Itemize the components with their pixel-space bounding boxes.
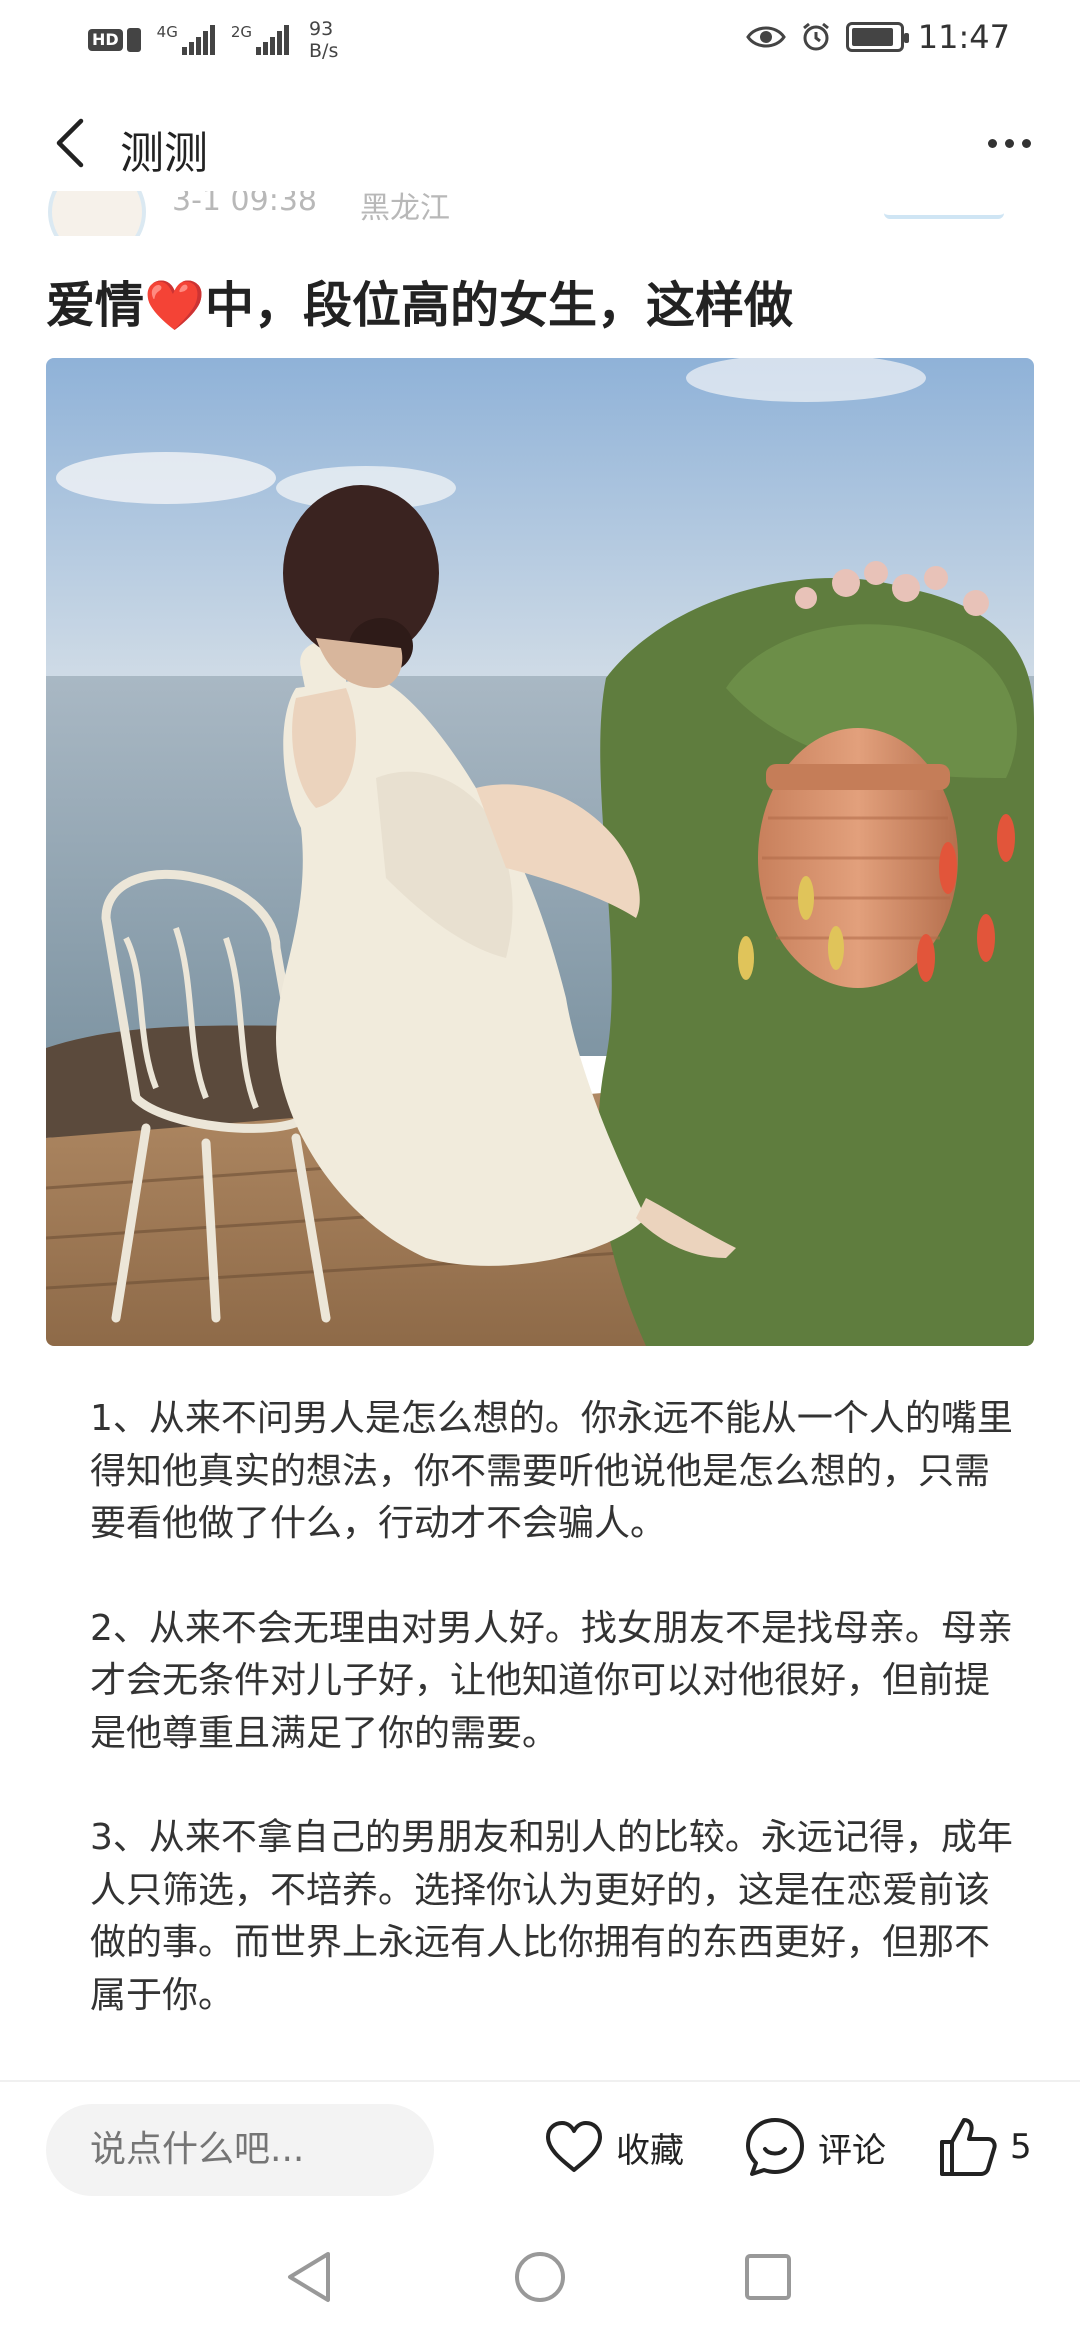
eye-comfort-icon [745,26,786,48]
triangle-back-icon [288,2252,330,2302]
photo-illustration [46,358,1034,1346]
page-title: 测测 [120,128,208,179]
network-speed-unit: B/s [309,40,339,62]
comment-button[interactable]: 评论 [744,2112,886,2182]
like-button[interactable]: 5 [938,2112,1032,2182]
post-title-part-2: 中，段位高的女生，这样做 [205,277,794,334]
post-paragraph-1: 1、从来不问男人是怎么想的。你永远不能从一个人的嘴里得知他真实的想法，你不需要听… [90,1398,1013,1544]
post-body: 1、从来不问男人是怎么想的。你永远不能从一个人的嘴里得知他真实的想法，你不需要听… [90,1393,1020,2074]
alarm-icon [802,22,829,51]
follow-button[interactable] [884,191,1004,219]
system-nav-bar [0,2214,1080,2340]
post-time: 3-1 09:38 [172,191,317,218]
square-recents-icon [745,2254,791,2300]
post-title: 爱情❤️中，段位高的女生，这样做 [46,266,793,337]
cellular-signal-icon: 4G [157,25,215,55]
more-dot-icon [1021,138,1031,148]
nav-recents-button[interactable] [733,2242,803,2312]
comment-label: 评论 [818,2130,886,2171]
status-bar: HD 4G 2G 93 B/s 11:47 [0,0,1080,80]
nav-home-button[interactable] [505,2242,575,2312]
author-meta-row: 3-1 09:38 黑龙江 [0,191,1080,236]
signal-2-type-label: 2G [230,23,253,41]
thumbs-up-icon [940,2118,997,2176]
like-count: 5 [1010,2127,1032,2167]
comment-bubble-icon [746,2118,804,2176]
post-paragraph-2: 2、从来不会无理由对男人好。找女朋友不是找母亲。母亲才会无条件对儿子好，让他知道… [90,1607,1013,1754]
heart-outline-icon [546,2121,602,2172]
nav-back-button[interactable] [274,2242,344,2312]
post-paragraph-3: 3、从来不拿自己的男朋友和别人的比较。永远记得，成年人只筛选，不培养。选择你认为… [90,1817,1013,2016]
top-app-bar: 测测 [0,95,1080,191]
circle-home-icon [515,2252,565,2302]
hd-voice-icon: HD [88,28,141,52]
favorite-label: 收藏 [616,2130,684,2171]
signal-type-label: 4G [156,23,178,41]
more-dot-icon [1004,138,1014,148]
cellular-signal-2-icon: 2G [230,23,290,55]
comment-input[interactable] [46,2104,434,2196]
network-speed-value: 93 [309,18,334,40]
bottom-action-bar: 收藏 评论 5 [0,2080,1080,2214]
back-button[interactable] [40,113,100,173]
avatar[interactable] [48,191,146,236]
network-speed: 93 B/s [309,18,338,62]
post-location: 黑龙江 [360,191,450,226]
more-dot-icon [987,138,997,148]
post-title-part-1: 爱情 [46,277,145,334]
status-time: 11:47 [917,18,1010,56]
back-arrow-icon [56,118,84,168]
favorite-button[interactable]: 收藏 [544,2112,684,2182]
heart-emoji-icon: ❤️ [144,277,206,334]
more-options-button[interactable] [974,113,1044,173]
post-photo[interactable] [46,358,1034,1346]
battery-icon [845,22,909,52]
